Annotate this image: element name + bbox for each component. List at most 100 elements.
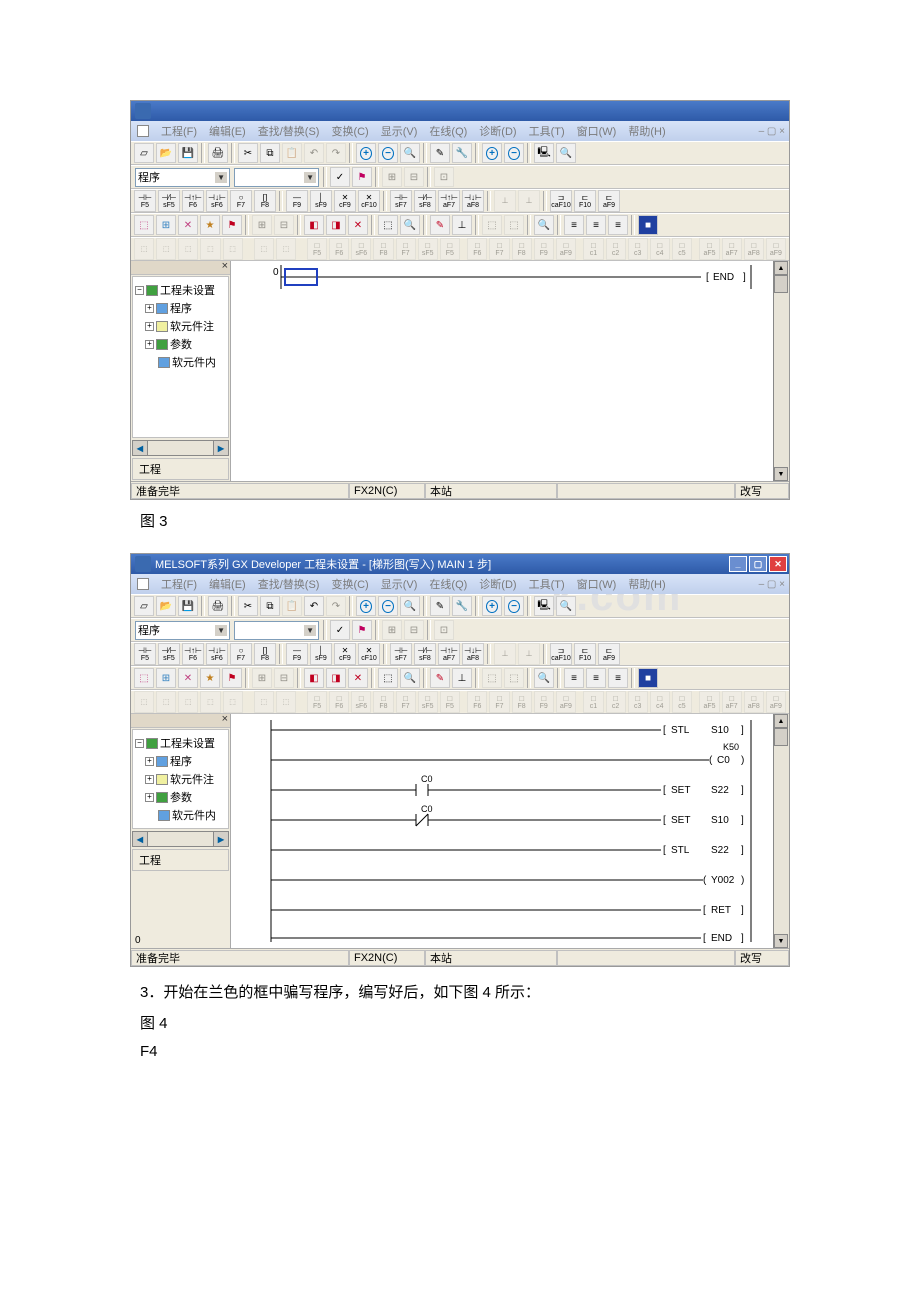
sfc-btn-19[interactable]: ≡ <box>586 668 606 688</box>
undo-button[interactable] <box>304 143 324 163</box>
ext-f9b[interactable]: □F9 <box>534 691 554 713</box>
program-select2[interactable] <box>234 168 319 187</box>
fkey-af8[interactable]: ⊣↓⊢aF8 <box>462 643 484 665</box>
ext-f8b[interactable]: □F8 <box>512 238 532 260</box>
zoom-out-button[interactable] <box>378 596 398 616</box>
fkey-d2[interactable]: ⊥ <box>518 643 540 665</box>
selection-cursor[interactable] <box>284 268 318 286</box>
sfc-btn-21[interactable]: ■ <box>638 668 658 688</box>
ext-7[interactable]: ⬚ <box>276 238 296 260</box>
print-button[interactable] <box>208 143 228 163</box>
check-button[interactable]: ✓ <box>330 620 350 640</box>
zoom-in2-button[interactable] <box>482 143 502 163</box>
menu-tools[interactable]: 工具(T) <box>525 122 569 140</box>
fkey-f9[interactable]: —F9 <box>286 190 308 212</box>
cut-button[interactable] <box>238 143 258 163</box>
find2-button[interactable] <box>556 596 576 616</box>
menu-diagnose[interactable]: 诊断(D) <box>475 122 520 140</box>
expander-icon[interactable]: + <box>145 340 154 349</box>
maximize-button[interactable]: ▢ <box>749 556 767 572</box>
ext-c4[interactable]: □c4 <box>650 691 670 713</box>
check-button[interactable]: ✓ <box>330 167 350 187</box>
sfc-btn-2[interactable]: ⊞ <box>156 215 176 235</box>
ext-c1[interactable]: □c1 <box>583 238 603 260</box>
tree-comment[interactable]: 软元件注 <box>170 771 214 787</box>
fkey-d1[interactable]: ⊥ <box>494 190 516 212</box>
ext-af9[interactable]: □aF9 <box>556 238 576 260</box>
ext-af5[interactable]: □aF5 <box>699 691 719 713</box>
tool-b-button[interactable]: 🔧 <box>452 143 472 163</box>
ext-sf5[interactable]: □sF5 <box>418 238 438 260</box>
net-button[interactable]: 🖳 <box>534 143 554 163</box>
close-button[interactable]: ✕ <box>769 556 787 572</box>
sfc-btn-16[interactable]: ⬚ <box>504 215 524 235</box>
tree-root[interactable]: 工程未设置 <box>160 735 215 751</box>
ext-af5[interactable]: □aF5 <box>699 238 719 260</box>
fkey-sf5[interactable]: ⊣⁄⊢sF5 <box>158 190 180 212</box>
ext-af7[interactable]: □aF7 <box>722 238 742 260</box>
sfc-btn-14[interactable]: ⊥ <box>452 668 472 688</box>
zoom-in2-button[interactable] <box>482 596 502 616</box>
fkey-f10[interactable]: ⊏F10 <box>574 643 596 665</box>
scroll-left-button[interactable]: ◀ <box>132 440 148 456</box>
fkey-d2[interactable]: ⊥ <box>518 190 540 212</box>
paste-button[interactable] <box>282 596 302 616</box>
program-select[interactable]: 程序 <box>135 621 230 640</box>
fkey-f7[interactable]: ○F7 <box>230 643 252 665</box>
scroll-thumb[interactable] <box>774 728 788 746</box>
scroll-up-button[interactable]: ▲ <box>774 714 788 728</box>
fkey-af9[interactable]: ⊏aF9 <box>598 190 620 212</box>
project-label[interactable]: 工程 <box>132 458 229 480</box>
scroll-right-button[interactable]: ▶ <box>213 831 229 847</box>
sfc-btn-10[interactable]: ✕ <box>348 668 368 688</box>
sfc-btn-13[interactable]: ✎ <box>430 215 450 235</box>
ladder-a-button[interactable]: ⊞ <box>382 167 402 187</box>
sfc-btn-9[interactable]: ◨ <box>326 215 346 235</box>
mdi-controls[interactable]: – ▢ × <box>759 126 785 137</box>
menu-help[interactable]: 帮助(H) <box>624 122 669 140</box>
sfc-btn-4[interactable]: ★ <box>200 215 220 235</box>
ladder-b-button[interactable]: ⊟ <box>404 167 424 187</box>
ext-3[interactable]: ⬚ <box>178 691 198 713</box>
scroll-left-button[interactable]: ◀ <box>132 831 148 847</box>
ext-c3[interactable]: □c3 <box>628 691 648 713</box>
sfc-btn-9[interactable]: ◨ <box>326 668 346 688</box>
menu-tools[interactable]: 工具(T) <box>525 575 569 593</box>
redo-button[interactable] <box>326 596 346 616</box>
new-button[interactable] <box>134 596 154 616</box>
sfc-btn-20[interactable]: ≡ <box>608 215 628 235</box>
zoom-out2-button[interactable] <box>504 143 524 163</box>
ext-c3[interactable]: □c3 <box>628 238 648 260</box>
tree-hscroll[interactable]: ◀ ▶ <box>132 440 229 456</box>
sfc-btn-6[interactable]: ⊞ <box>252 668 272 688</box>
sfc-btn-3[interactable]: ✕ <box>178 668 198 688</box>
ext-sf5[interactable]: □sF5 <box>418 691 438 713</box>
tree-close[interactable] <box>131 714 230 728</box>
ext-7[interactable]: ⬚ <box>276 691 296 713</box>
fkey-sf7[interactable]: ⊣⊢sF7 <box>390 643 412 665</box>
ext-f7b[interactable]: □F7 <box>489 238 509 260</box>
fkey-sf7[interactable]: ⊣⊢sF7 <box>390 190 412 212</box>
tree-devmem[interactable]: 软元件内 <box>172 807 216 823</box>
sfc-btn-18[interactable]: ≡ <box>564 668 584 688</box>
fkey-sf5[interactable]: ⊣⁄⊢sF5 <box>158 643 180 665</box>
save-button[interactable] <box>178 596 198 616</box>
zoom-in-button[interactable] <box>356 596 376 616</box>
zoom-out2-button[interactable] <box>504 596 524 616</box>
project-tree[interactable]: −工程未设置 +程序 +软元件注 +参数 软元件内 <box>132 276 229 438</box>
fkey-sf8[interactable]: ⊣⁄⊢sF8 <box>414 643 436 665</box>
sfc-btn-3[interactable]: ✕ <box>178 215 198 235</box>
fkey-f8[interactable]: []F8 <box>254 643 276 665</box>
expander-icon[interactable]: − <box>135 286 144 295</box>
sfc-btn-1[interactable]: ⬚ <box>134 668 154 688</box>
ladder-a-button[interactable]: ⊞ <box>382 620 402 640</box>
sfc-btn-19[interactable]: ≡ <box>586 215 606 235</box>
sfc-btn-12[interactable] <box>400 668 420 688</box>
ext-2[interactable]: ⬚ <box>156 238 176 260</box>
menu-diagnose[interactable]: 诊断(D) <box>475 575 520 593</box>
zoom-out-button[interactable] <box>378 143 398 163</box>
fkey-af9[interactable]: ⊏aF9 <box>598 643 620 665</box>
sfc-btn-2[interactable]: ⊞ <box>156 668 176 688</box>
menu-online[interactable]: 在线(Q) <box>425 575 471 593</box>
ext-f8[interactable]: □F8 <box>373 691 393 713</box>
